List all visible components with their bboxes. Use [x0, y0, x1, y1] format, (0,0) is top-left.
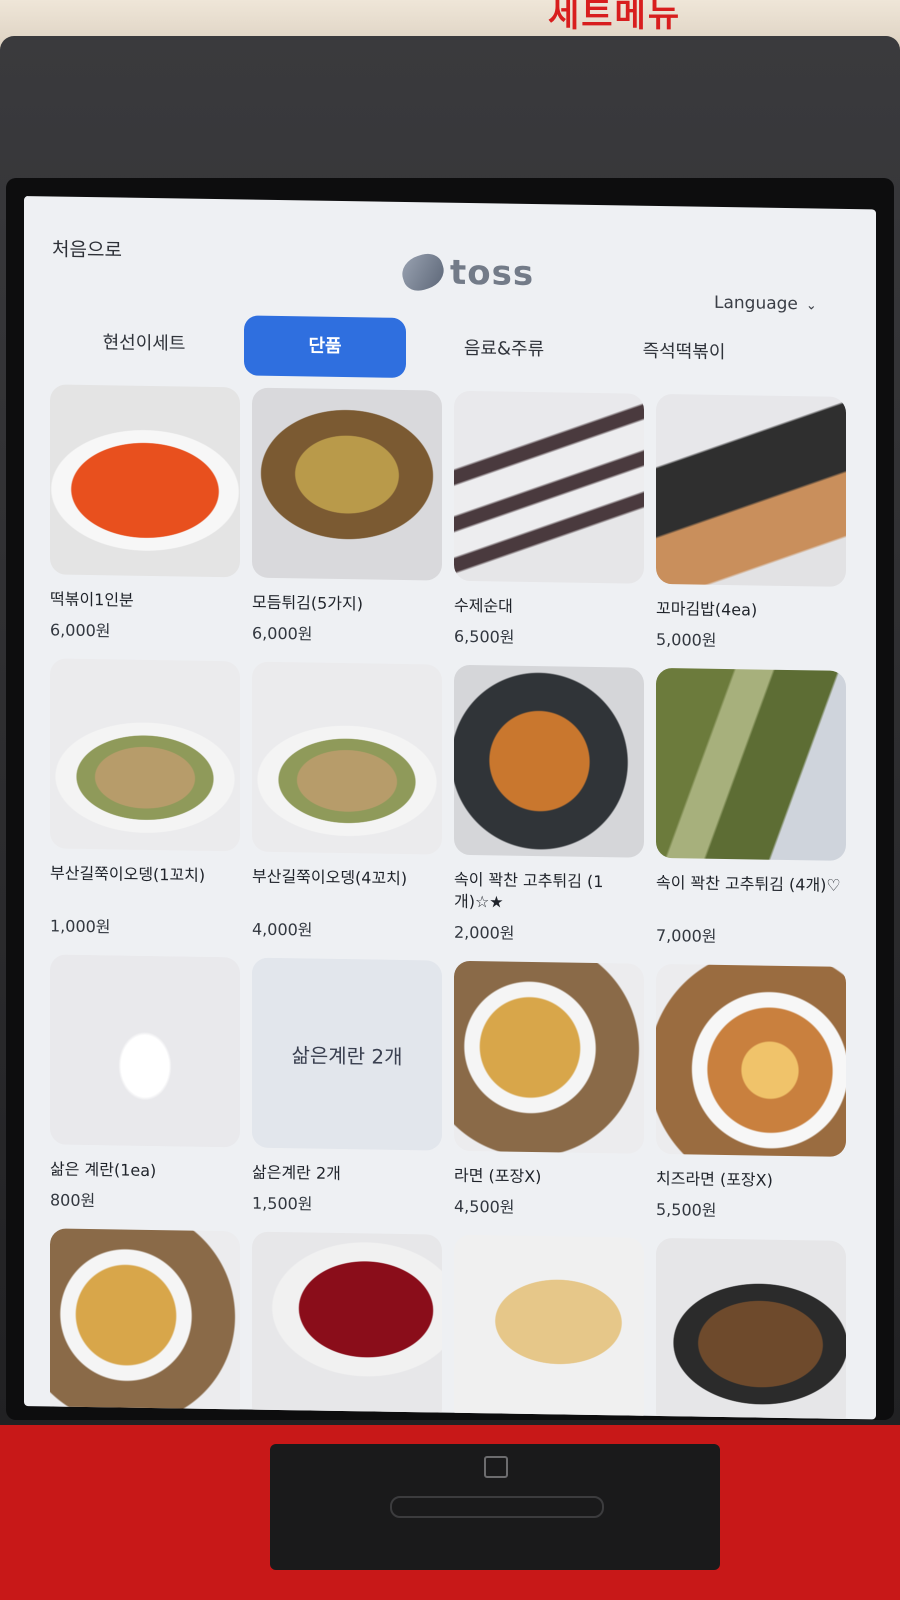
menu-item-photo: [50, 954, 240, 1148]
menu-item-price: 4,000원: [252, 919, 313, 940]
menu-item-price: 1,500원: [252, 1193, 313, 1214]
menu-item-card[interactable]: [252, 1231, 442, 1420]
menu-item-name: 모듬튀김(5가지): [252, 592, 363, 614]
menu-item-photo: [252, 1231, 442, 1420]
menu-item-price: 7,000원: [656, 925, 717, 946]
menu-item-photo: [656, 963, 846, 1157]
menu-item-photo: [656, 393, 846, 587]
menu-item-photo: 삶은계란 2개: [252, 957, 442, 1151]
menu-item-photo: [454, 1234, 644, 1420]
menu-item-photo: [50, 384, 240, 578]
menu-item-card[interactable]: [50, 1228, 240, 1420]
menu-item-price: 800원: [50, 1190, 96, 1211]
menu-item-card[interactable]: 부산길쭉이오뎅(1꼬치) 1,000원: [50, 658, 240, 939]
menu-item-name: 부산길쭉이오뎅(1꼬치): [50, 863, 206, 885]
menu-item-card[interactable]: 모듬튀김(5가지) 6,000원: [252, 387, 442, 647]
menu-item-photo: [252, 661, 442, 855]
menu-item-name: 꼬마김밥(4ea): [656, 598, 758, 620]
menu-item-price: 5,000원: [656, 629, 717, 650]
menu-item-photo: [454, 390, 644, 584]
menu-item-photo: [656, 667, 846, 861]
menu-item-price: 6,000원: [252, 623, 313, 644]
menu-item-card[interactable]: 수제순대 6,500원: [454, 390, 644, 650]
menu-item-name: 부산길쭉이오뎅(4꼬치): [252, 866, 408, 889]
menu-item-name: 속이 꽉찬 고추튀김 (1개)☆★: [454, 869, 604, 912]
menu-item-card[interactable]: 떡볶이1인분 6,000원: [50, 384, 240, 643]
card-reader[interactable]: [270, 1444, 720, 1570]
menu-item-photo: [50, 1228, 240, 1420]
menu-item-name: 떡볶이1인분: [50, 589, 134, 610]
menu-item-card[interactable]: 속이 꽉찬 고추튀김 (4개)♡ 7,000원: [656, 667, 846, 949]
menu-item-card[interactable]: 속이 꽉찬 고추튀김 (1개)☆★ 2,000원: [454, 664, 644, 946]
menu-item-price: 6,000원: [50, 620, 111, 641]
menu-item-name: 치즈라면 (포장X): [656, 1168, 773, 1190]
card-slot: [390, 1496, 604, 1518]
menu-item-card[interactable]: [454, 1234, 644, 1420]
menu-item-price: 4,500원: [454, 1196, 515, 1217]
menu-item-name: 속이 꽉찬 고추튀김 (4개)♡: [656, 872, 841, 895]
menu-item-price: 2,000원: [454, 922, 515, 943]
menu-item-price: 1,000원: [50, 916, 111, 937]
category-tabs: 현선이세트 단품 음료&주류 즉석떡볶이: [64, 313, 824, 389]
toss-logo: toss: [397, 249, 535, 295]
toss-logo-text: toss: [450, 252, 535, 295]
menu-item-card[interactable]: 꼬마김밥(4ea) 5,000원: [656, 393, 846, 653]
menu-item-photo: [252, 387, 442, 581]
menu-item-card[interactable]: 삶은 계란(1ea) 800원: [50, 954, 240, 1213]
menu-item-price: 6,500원: [454, 626, 515, 647]
menu-item-name: 삶은 계란(1ea): [50, 1159, 157, 1181]
home-button[interactable]: 처음으로: [52, 234, 122, 262]
language-selector[interactable]: Language ⌄: [714, 293, 817, 315]
menu-item-card[interactable]: 치즈라면 (포장X) 5,500원: [656, 963, 846, 1223]
card-reader-icon: [484, 1456, 508, 1478]
chevron-down-icon: ⌄: [805, 298, 817, 314]
tab-instant-tteokbokki[interactable]: 즉석떡볶이: [584, 321, 784, 384]
menu-item-photo: [454, 960, 644, 1154]
menu-item-name: 라면 (포장X): [454, 1165, 542, 1187]
menu-item-photo-text: 삶은계란 2개: [252, 957, 442, 1151]
tab-set[interactable]: 현선이세트: [64, 313, 224, 376]
menu-item-card[interactable]: 라면 (포장X) 4,500원: [454, 960, 644, 1220]
toss-logo-mark: [397, 249, 449, 295]
menu-item-photo: [50, 658, 240, 852]
menu-item-price: 5,500원: [656, 1199, 717, 1220]
language-label: Language: [714, 292, 798, 315]
menu-item-card[interactable]: 삶은계란 2개 삶은계란 2개 1,500원: [252, 957, 442, 1217]
tab-single[interactable]: 단품: [244, 315, 406, 379]
menu-item-card[interactable]: 부산길쭉이오뎅(4꼬치) 4,000원: [252, 661, 442, 943]
menu-item-photo: [454, 664, 644, 858]
menu-grid: 떡볶이1인분 6,000원 모듬튀김(5가지) 6,000원 수제순대 6,500원 꼬마김…: [50, 384, 850, 1420]
kiosk-screen: 처음으로 toss Language ⌄ 현선이세트 단품 음료&주류 즉석떡볶이…: [24, 196, 876, 1420]
menu-item-name: 삶은계란 2개: [252, 1162, 341, 1183]
menu-item-photo: [656, 1237, 846, 1420]
menu-item-card[interactable]: [656, 1237, 846, 1420]
tab-drinks[interactable]: 음료&주류: [424, 318, 584, 381]
menu-item-name: 수제순대: [454, 595, 513, 616]
